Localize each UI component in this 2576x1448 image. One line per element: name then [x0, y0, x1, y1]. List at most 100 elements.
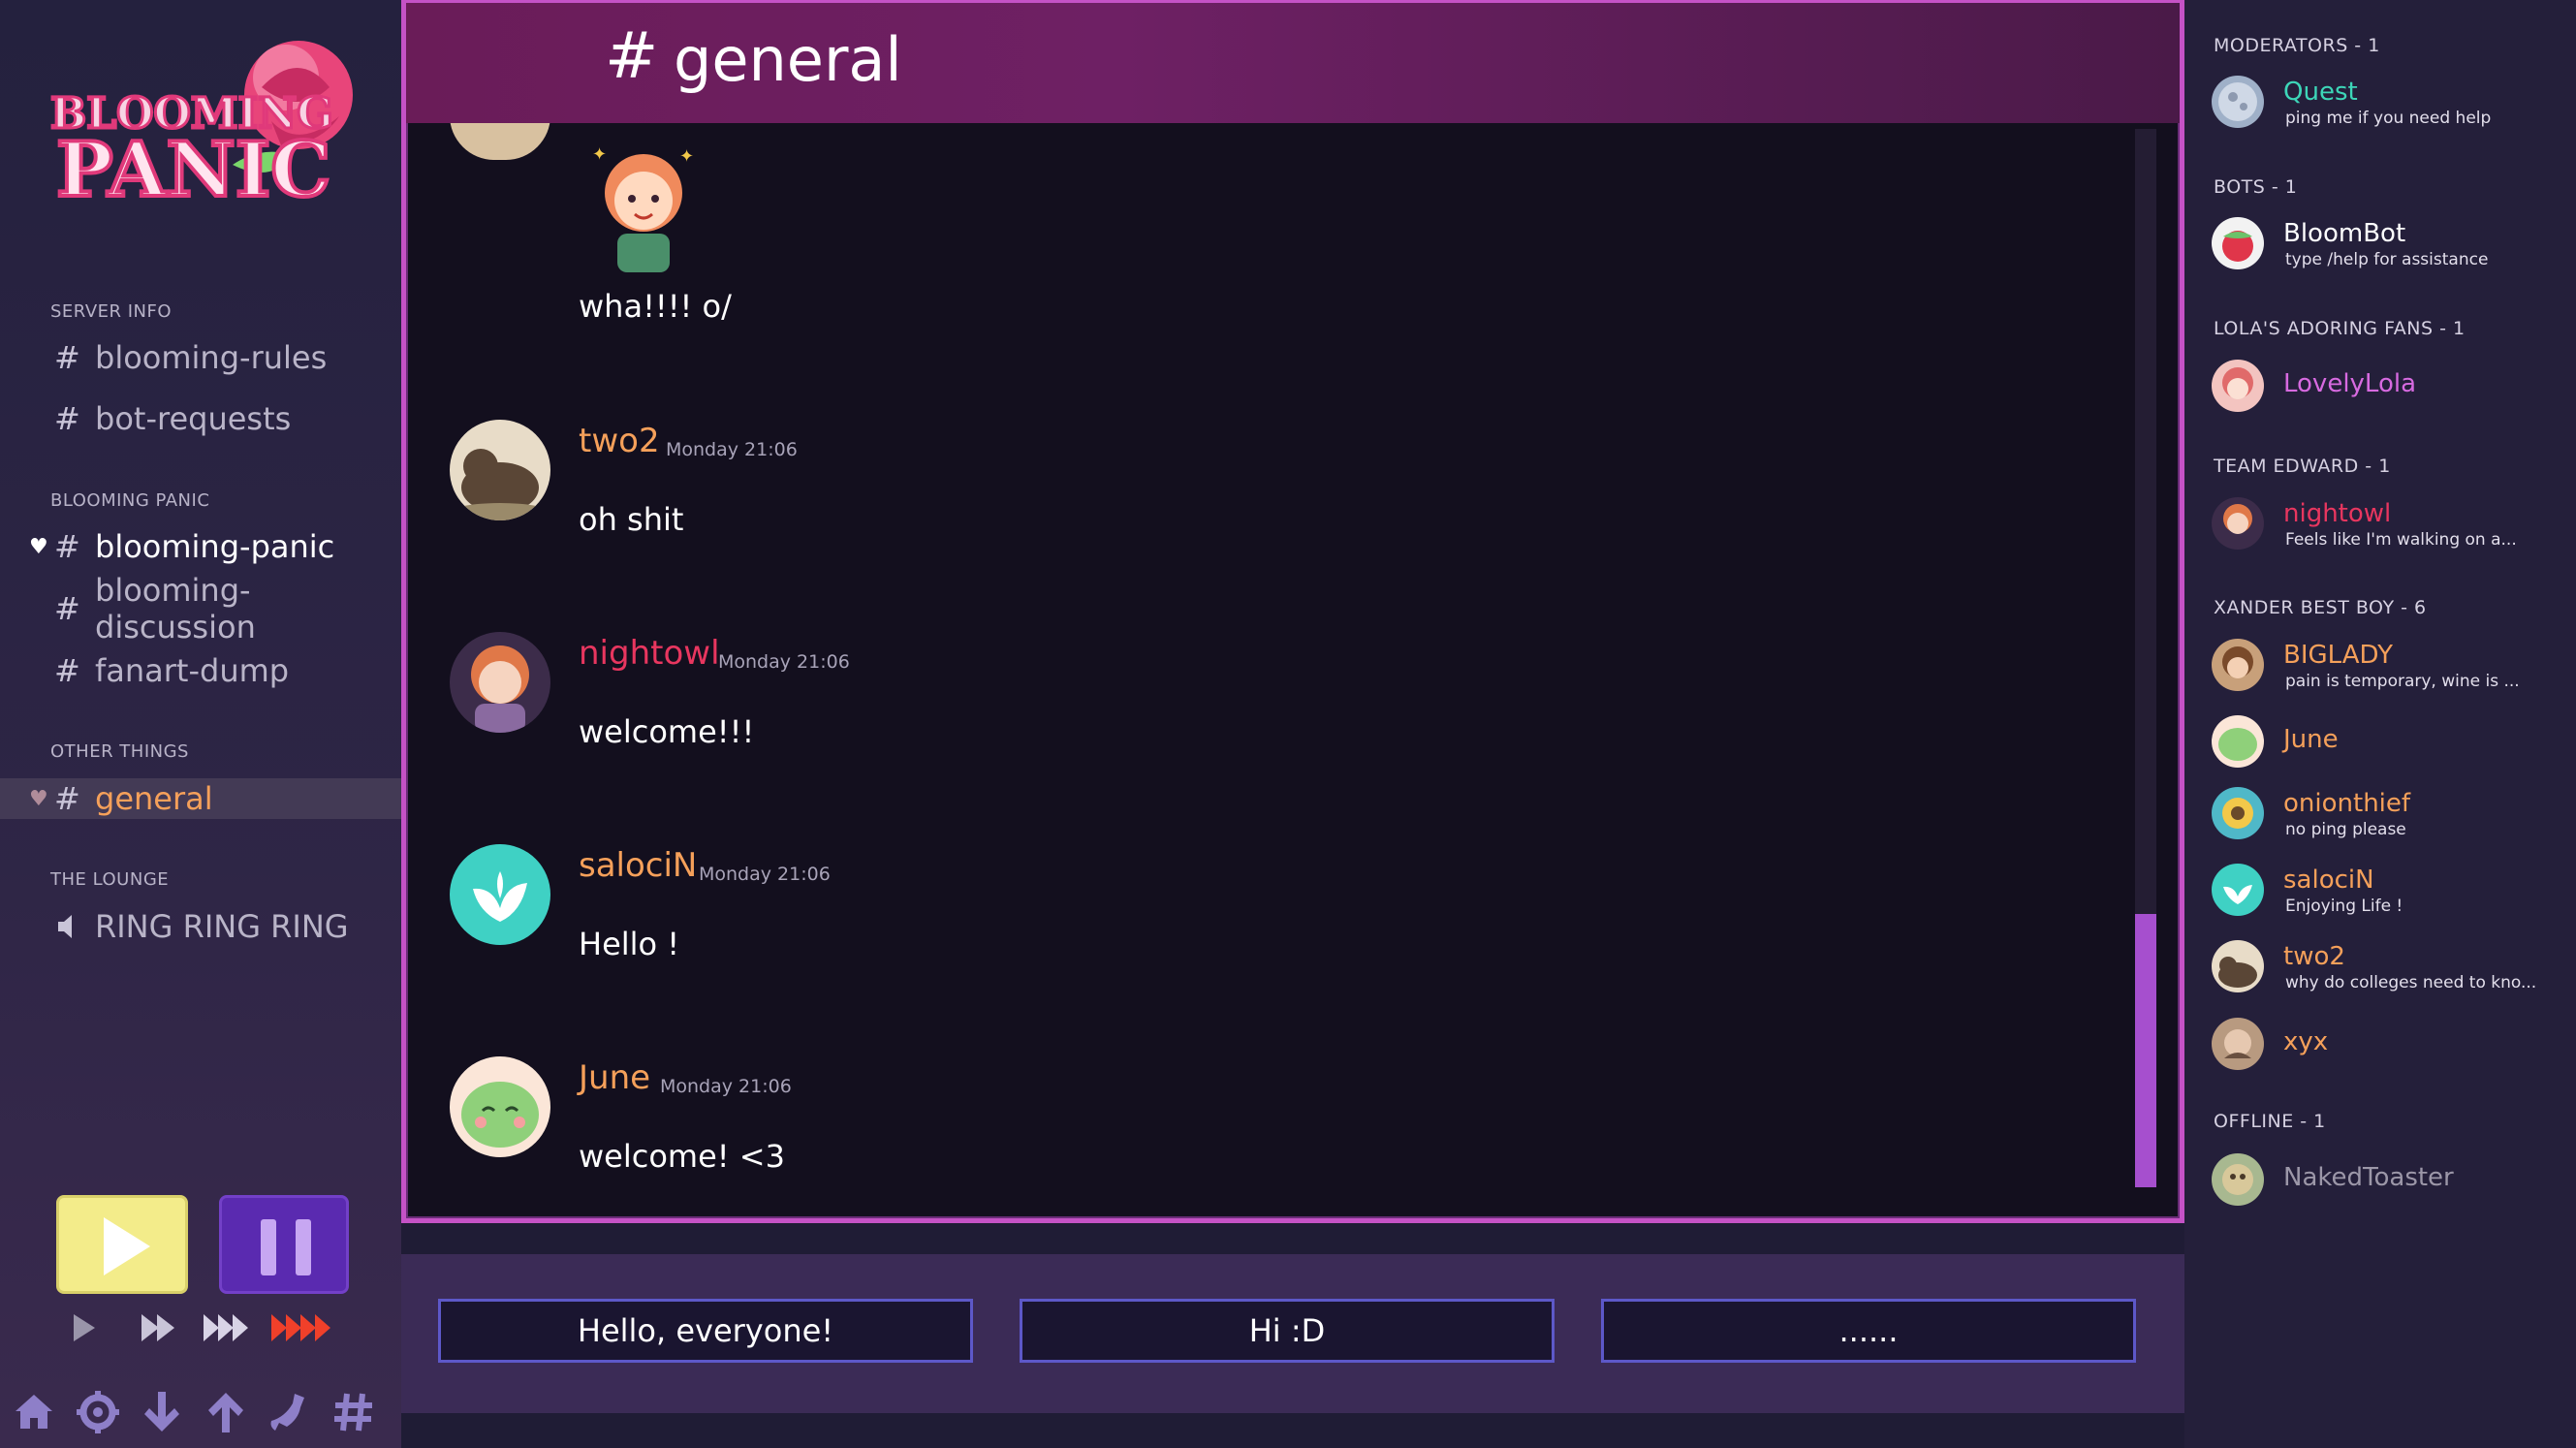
- avatar: [450, 1056, 550, 1157]
- channel-general[interactable]: ♥ # general: [0, 778, 401, 819]
- channel-title: general: [674, 24, 902, 95]
- member-status: pain is temporary, wine is ...: [2285, 672, 2520, 691]
- member-status: why do colleges need to kno...: [2285, 973, 2537, 992]
- pause-icon: [296, 1219, 311, 1275]
- member-name: nightowl: [2283, 499, 2392, 528]
- member-lovelylola[interactable]: LovelyLola: [2212, 360, 2570, 418]
- message-timestamp: Monday 21:06: [718, 651, 850, 673]
- hash-icon: #: [54, 652, 80, 689]
- hash-icon: #: [54, 528, 80, 565]
- message-author[interactable]: two2: [579, 422, 660, 460]
- member-bloombot[interactable]: BloomBot type /help for assistance: [2212, 217, 2570, 275]
- member-quest[interactable]: Quest ping me if you need help: [2212, 76, 2570, 134]
- speed-3x-icon[interactable]: [202, 1310, 256, 1345]
- arrow-down-icon[interactable]: [138, 1388, 186, 1436]
- member-biglady[interactable]: BIGLADY pain is temporary, wine is ...: [2212, 639, 2570, 697]
- member-status: Enjoying Life !: [2285, 897, 2403, 916]
- pause-icon: [261, 1219, 276, 1275]
- message-timestamp: Monday 21:06: [660, 1076, 792, 1097]
- member-name: onionthief: [2283, 789, 2411, 818]
- member-xyx[interactable]: xyx: [2212, 1018, 2570, 1076]
- hash-icon: #: [54, 590, 80, 627]
- channel-blooming-panic[interactable]: ♥ # blooming-panic: [0, 526, 401, 567]
- avatar: [2212, 864, 2264, 916]
- hash-icon: #: [54, 339, 80, 376]
- message-timestamp: Monday 21:06: [699, 864, 831, 885]
- channel-sidebar: BLOOMING PANIC SERVER INFO # blooming-ru…: [0, 0, 401, 1448]
- message-text: welcome!!!: [579, 713, 755, 750]
- response-choices-bar: Hello, everyone! Hi :D ......: [401, 1254, 2184, 1413]
- heart-icon: ♥: [29, 786, 48, 811]
- gear-icon[interactable]: [74, 1388, 122, 1436]
- message-author[interactable]: salociN: [579, 846, 697, 885]
- svg-text:✦: ✦: [592, 144, 607, 165]
- avatar: [450, 420, 550, 520]
- section-label-server-info: SERVER INFO: [50, 301, 173, 322]
- section-label-other-things: OTHER THINGS: [50, 741, 189, 762]
- message-text: wha!!!! o/: [579, 288, 732, 325]
- member-two2[interactable]: two2 why do colleges need to kno...: [2212, 940, 2570, 998]
- home-icon[interactable]: [10, 1388, 58, 1436]
- member-nightowl[interactable]: nightowl Feels like I'm walking on a...: [2212, 497, 2570, 555]
- avatar: [450, 632, 550, 733]
- channel-blooming-rules[interactable]: # blooming-rules: [0, 337, 401, 378]
- member-group-label: OFFLINE - 1: [2214, 1111, 2326, 1132]
- speed-1x-icon[interactable]: [70, 1310, 99, 1345]
- pause-button[interactable]: [219, 1195, 349, 1294]
- hash-icon: #: [605, 18, 659, 93]
- member-group-label: TEAM EDWARD - 1: [2214, 456, 2391, 477]
- avatar: [2212, 787, 2264, 839]
- speed-4x-icon[interactable]: [269, 1310, 337, 1345]
- channel-label: blooming-discussion: [95, 572, 256, 645]
- member-list: MODERATORS - 1 Quest ping me if you need…: [2184, 0, 2576, 1448]
- channel-label: bot-requests: [95, 400, 292, 437]
- scrollbar-thumb[interactable]: [2135, 914, 2156, 1187]
- member-name: NakedToaster: [2283, 1163, 2454, 1192]
- sticker-image: ✦ ✦: [579, 133, 708, 278]
- section-label-the-lounge: THE LOUNGE: [50, 869, 170, 890]
- avatar: [2212, 715, 2264, 768]
- response-choice-button[interactable]: Hi :D: [1020, 1299, 1555, 1363]
- member-name: two2: [2283, 942, 2345, 971]
- avatar: [2212, 1153, 2264, 1206]
- member-salocin[interactable]: salociN Enjoying Life !: [2212, 864, 2570, 922]
- arrow-up-icon[interactable]: [202, 1388, 250, 1436]
- phone-icon[interactable]: [266, 1388, 314, 1436]
- voice-channel-ring-ring-ring[interactable]: RING RING RING: [0, 906, 401, 947]
- channel-label: general: [95, 780, 213, 817]
- response-choice-button[interactable]: Hello, everyone!: [438, 1299, 973, 1363]
- response-choice-button[interactable]: ......: [1601, 1299, 2136, 1363]
- hash-icon[interactable]: [330, 1388, 378, 1436]
- section-label-blooming-panic: BLOOMING PANIC: [50, 490, 210, 511]
- member-status: type /help for assistance: [2285, 250, 2489, 269]
- message-text: oh shit: [579, 501, 684, 538]
- channel-label: RING RING RING: [95, 908, 349, 945]
- heart-icon: ♥: [29, 534, 48, 559]
- member-nakedtoaster[interactable]: NakedToaster: [2212, 1153, 2570, 1212]
- hash-icon: #: [54, 780, 80, 817]
- member-group-label: LOLA'S ADORING FANS - 1: [2214, 318, 2466, 339]
- channel-header: # general: [406, 3, 2180, 123]
- avatar: [2212, 1018, 2264, 1070]
- member-group-label: MODERATORS - 1: [2214, 35, 2380, 56]
- channel-label: blooming-rules: [95, 339, 328, 376]
- member-name: BloomBot: [2283, 219, 2406, 248]
- speed-2x-icon[interactable]: [140, 1310, 178, 1345]
- member-name: salociN: [2283, 866, 2374, 895]
- member-onionthief[interactable]: onionthief no ping please: [2212, 787, 2570, 845]
- channel-blooming-discussion[interactable]: # blooming-discussion: [0, 572, 401, 645]
- avatar: [2212, 639, 2264, 691]
- message-timestamp: Monday 21:06: [666, 439, 798, 460]
- message-author[interactable]: June: [579, 1058, 650, 1097]
- speaker-icon: [56, 910, 78, 938]
- member-june[interactable]: June: [2212, 715, 2570, 773]
- channel-fanart-dump[interactable]: # fanart-dump: [0, 650, 401, 691]
- hash-icon: #: [54, 400, 80, 437]
- avatar: [450, 844, 550, 945]
- avatar: [2212, 217, 2264, 269]
- avatar: [2212, 360, 2264, 412]
- message-author[interactable]: nightowl: [579, 634, 720, 673]
- play-button[interactable]: [56, 1195, 188, 1294]
- avatar: [2212, 76, 2264, 128]
- channel-bot-requests[interactable]: # bot-requests: [0, 398, 401, 439]
